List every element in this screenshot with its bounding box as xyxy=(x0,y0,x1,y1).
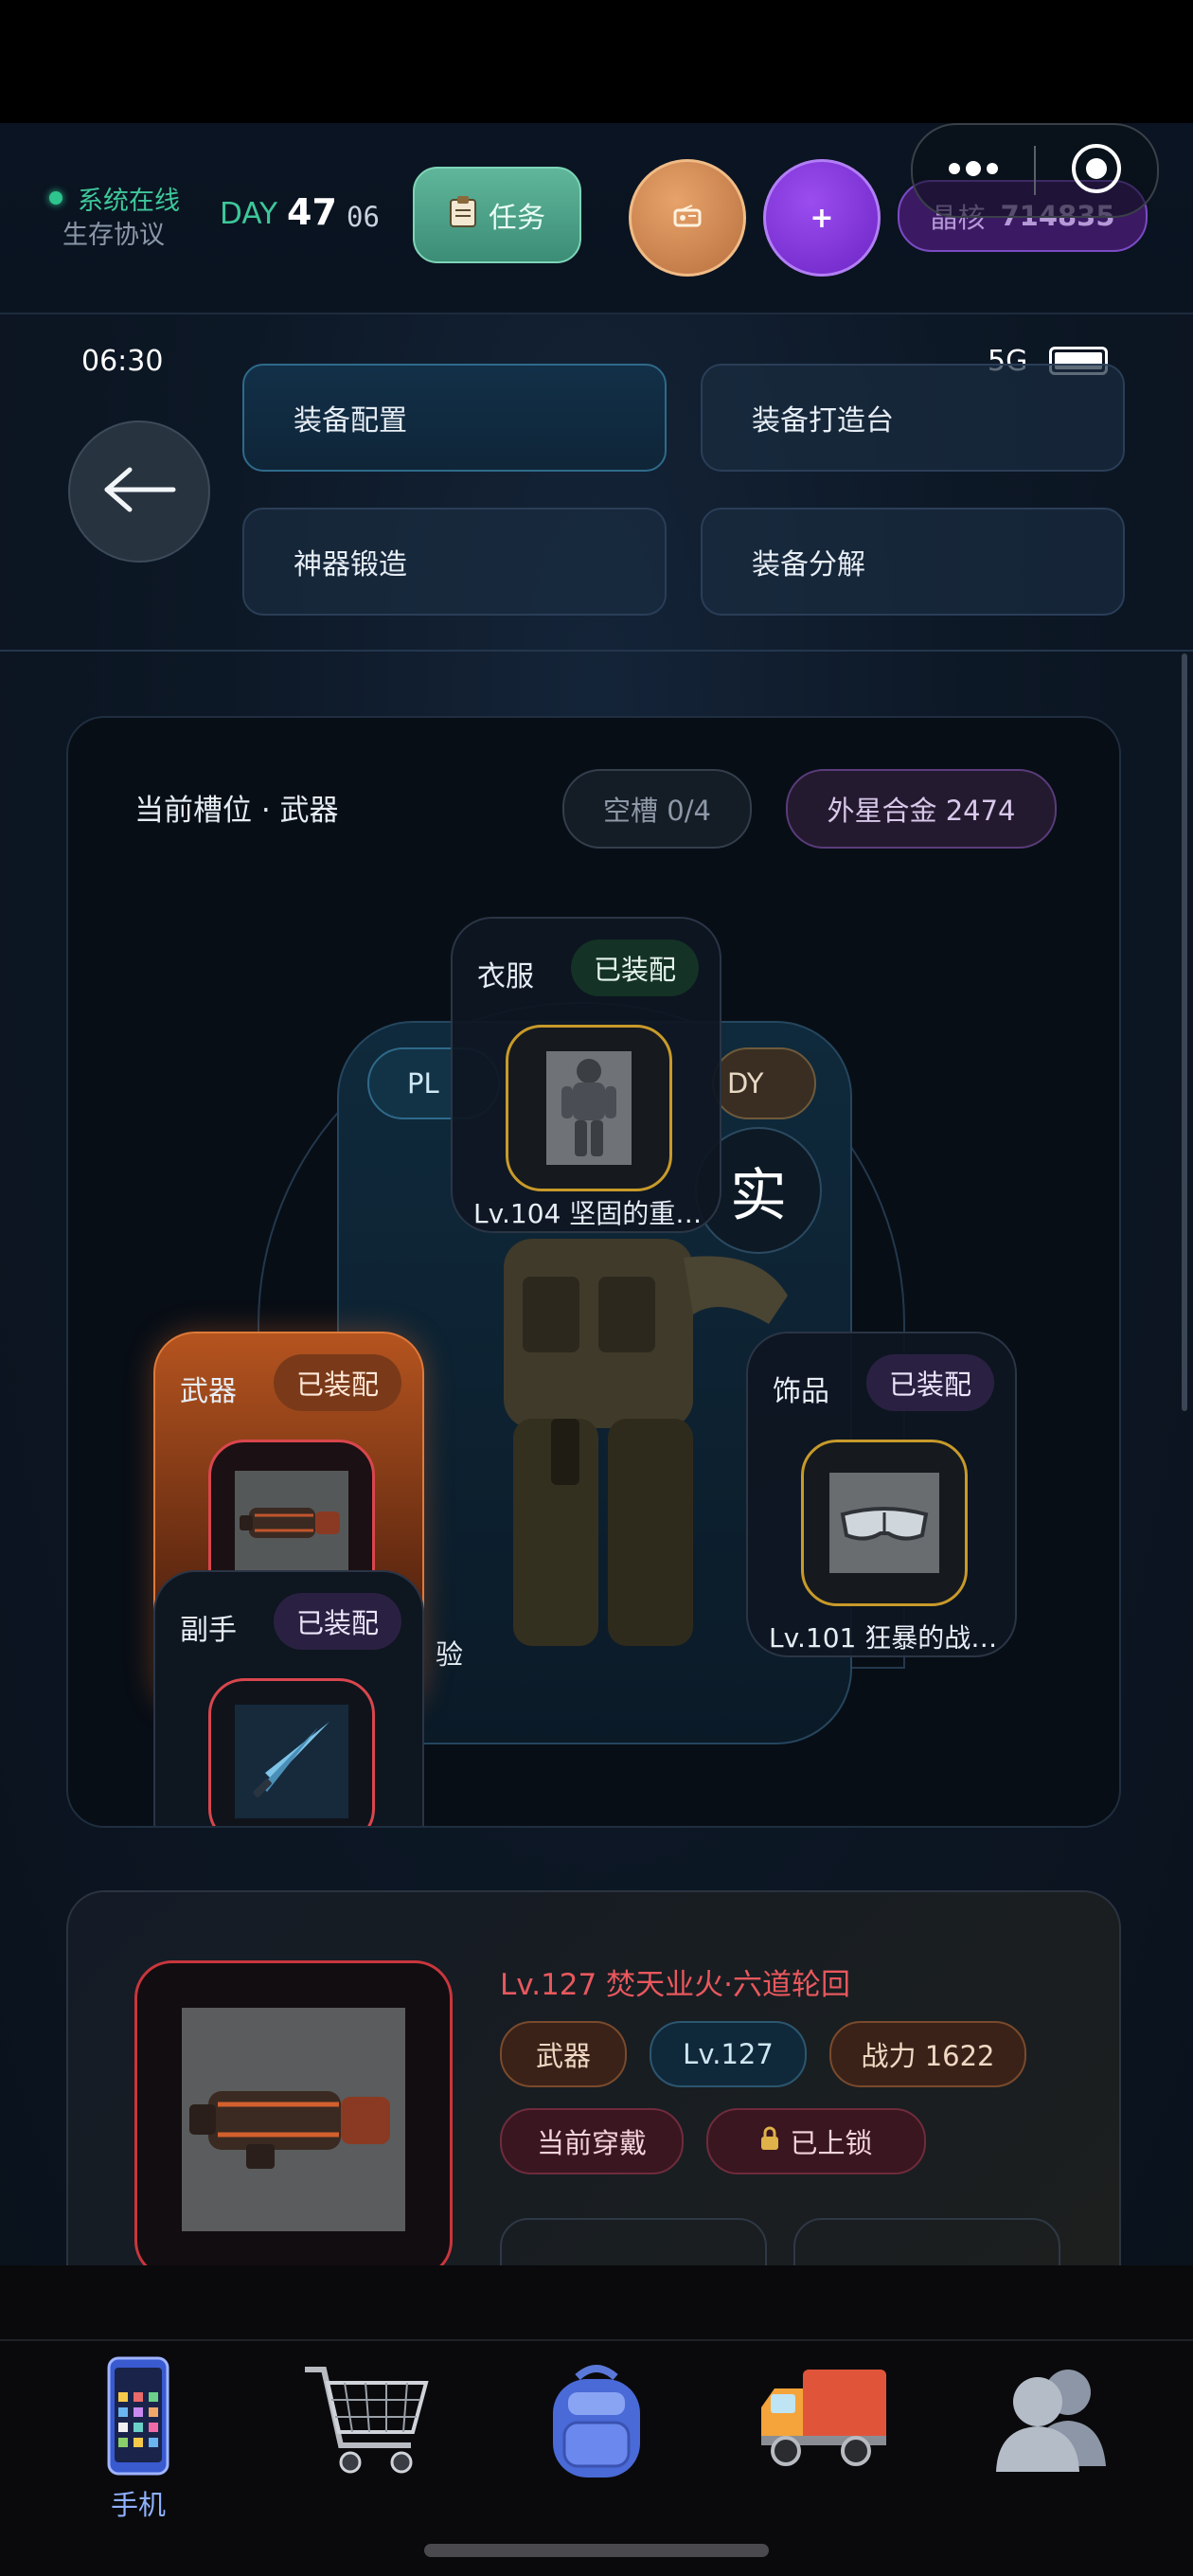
item-detail-card: Lv.127 焚天业火·六道轮回 武器 Lv.127 战力 1622 当前穿戴 … xyxy=(66,1890,1121,2271)
menu-forge-station[interactable]: 装备打造台 xyxy=(701,364,1125,472)
menu-equipment-config[interactable]: 装备配置 xyxy=(242,364,667,472)
menu-disassemble-label: 装备分解 xyxy=(752,548,865,581)
empty-slots-badge: 空槽 0/4 xyxy=(562,769,752,849)
detail-item-name: Lv.127 焚天业火·六道轮回 xyxy=(500,1968,850,2002)
phone-icon xyxy=(105,2354,171,2481)
body-tag: DY xyxy=(712,1047,816,1119)
menu-disassemble[interactable]: 装备分解 xyxy=(701,508,1125,616)
system-online-text: 系统在线 xyxy=(78,187,180,216)
slot-card: 当前槽位 · 武器 空槽 0/4 外星合金 2474 PL DY 实 验 衣服 … xyxy=(66,716,1121,1828)
slot-accessory[interactable]: 饰品 已装配 Lv.101 狂暴的战… xyxy=(746,1332,1017,1657)
survival-protocol-text: 生存协议 xyxy=(62,221,165,250)
truck-icon xyxy=(757,2360,890,2478)
goggles-icon xyxy=(829,1473,939,1573)
day-number: 47 xyxy=(287,191,337,233)
radio-button[interactable] xyxy=(629,159,746,277)
alloy-badge: 外星合金 2474 xyxy=(786,769,1057,849)
bottom-nav: 手机 xyxy=(0,2265,1193,2576)
tag-wearing: 当前穿戴 xyxy=(500,2108,684,2174)
accessory-item-name: Lv.101 狂暴的战… xyxy=(769,1622,998,1654)
task-button[interactable]: 任务 xyxy=(413,167,581,263)
more-options-button[interactable] xyxy=(913,159,1034,182)
plus-icon: + xyxy=(810,201,834,235)
nav-item-phone[interactable]: 手机 xyxy=(62,2354,214,2521)
clothing-item-name: Lv.104 坚固的重… xyxy=(473,1198,703,1229)
slot-offhand-status: 已装配 xyxy=(273,1593,401,1650)
menu-forge-station-label: 装备打造台 xyxy=(752,404,894,438)
action-button-1[interactable] xyxy=(500,2218,767,2271)
lock-icon xyxy=(759,2125,780,2158)
accessory-item-frame[interactable] xyxy=(801,1440,968,1606)
nav-item-backpack[interactable] xyxy=(521,2360,672,2512)
arrow-left-icon xyxy=(101,466,177,517)
mini-program-capsule xyxy=(911,123,1159,218)
add-button[interactable]: + xyxy=(763,159,881,277)
menu-equipment-config-label: 装备配置 xyxy=(294,404,407,438)
tag-level: Lv.127 xyxy=(650,2021,807,2087)
slot-clothing-label: 衣服 xyxy=(477,960,534,993)
close-mini-program-button[interactable] xyxy=(1036,142,1157,199)
scrollbar[interactable] xyxy=(1182,653,1187,1411)
slot-offhand-label: 副手 xyxy=(180,1614,237,1647)
more-dots-icon xyxy=(945,159,1002,182)
action-button-2[interactable] xyxy=(793,2218,1060,2271)
slot-weapon-label: 武器 xyxy=(180,1375,237,1408)
menu-artifact-forge-label: 神器锻造 xyxy=(294,548,407,581)
radio-icon xyxy=(673,205,702,231)
offhand-item-frame[interactable] xyxy=(208,1678,375,1826)
hazmat-suit-icon xyxy=(546,1051,632,1165)
nav-divider xyxy=(0,2339,1193,2341)
menu-artifact-forge[interactable]: 神器锻造 xyxy=(242,508,667,616)
tag-locked: 已上锁 xyxy=(706,2108,926,2174)
day-label: DAY xyxy=(220,197,278,231)
cart-icon xyxy=(299,2360,432,2487)
backpack-icon xyxy=(540,2360,653,2487)
home-indicator xyxy=(424,2544,769,2557)
users-icon xyxy=(985,2360,1117,2478)
nav-item-users[interactable] xyxy=(975,2360,1127,2512)
slot-clothing-status: 已装配 xyxy=(570,939,699,996)
slot-accessory-label: 饰品 xyxy=(773,1375,829,1408)
nav-item-cart[interactable] xyxy=(290,2360,441,2512)
clipboard-icon xyxy=(449,195,477,235)
detail-item-frame[interactable] xyxy=(134,1960,453,2271)
clothing-item-frame[interactable] xyxy=(506,1025,672,1191)
slot-offhand[interactable]: 副手 已装配 xyxy=(153,1570,424,1826)
menu-divider xyxy=(0,650,1193,652)
tag-power: 战力 1622 xyxy=(829,2021,1026,2087)
tag-weapon: 武器 xyxy=(500,2021,627,2087)
tag-locked-label: 已上锁 xyxy=(790,2127,873,2159)
dagger-icon xyxy=(235,1705,348,1818)
status-time: 06:30 xyxy=(81,345,164,378)
slot-clothing[interactable]: 衣服 已装配 Lv.104 坚固的重… xyxy=(451,917,721,1233)
slot-accessory-status: 已装配 xyxy=(865,1354,994,1411)
online-status-dot xyxy=(49,191,62,205)
target-icon xyxy=(1070,142,1123,199)
task-label: 任务 xyxy=(489,202,545,235)
experience-partial: 验 xyxy=(436,1638,464,1671)
back-button[interactable] xyxy=(68,420,210,563)
minigun-icon xyxy=(235,1471,348,1575)
nav-item-truck[interactable] xyxy=(748,2360,899,2512)
slot-weapon-status: 已装配 xyxy=(273,1354,401,1411)
nav-phone-label: 手机 xyxy=(110,2489,166,2521)
current-slot-title: 当前槽位 · 武器 xyxy=(134,794,339,828)
day-sub: 06 xyxy=(347,201,380,233)
minigun-large-icon xyxy=(182,2008,405,2231)
